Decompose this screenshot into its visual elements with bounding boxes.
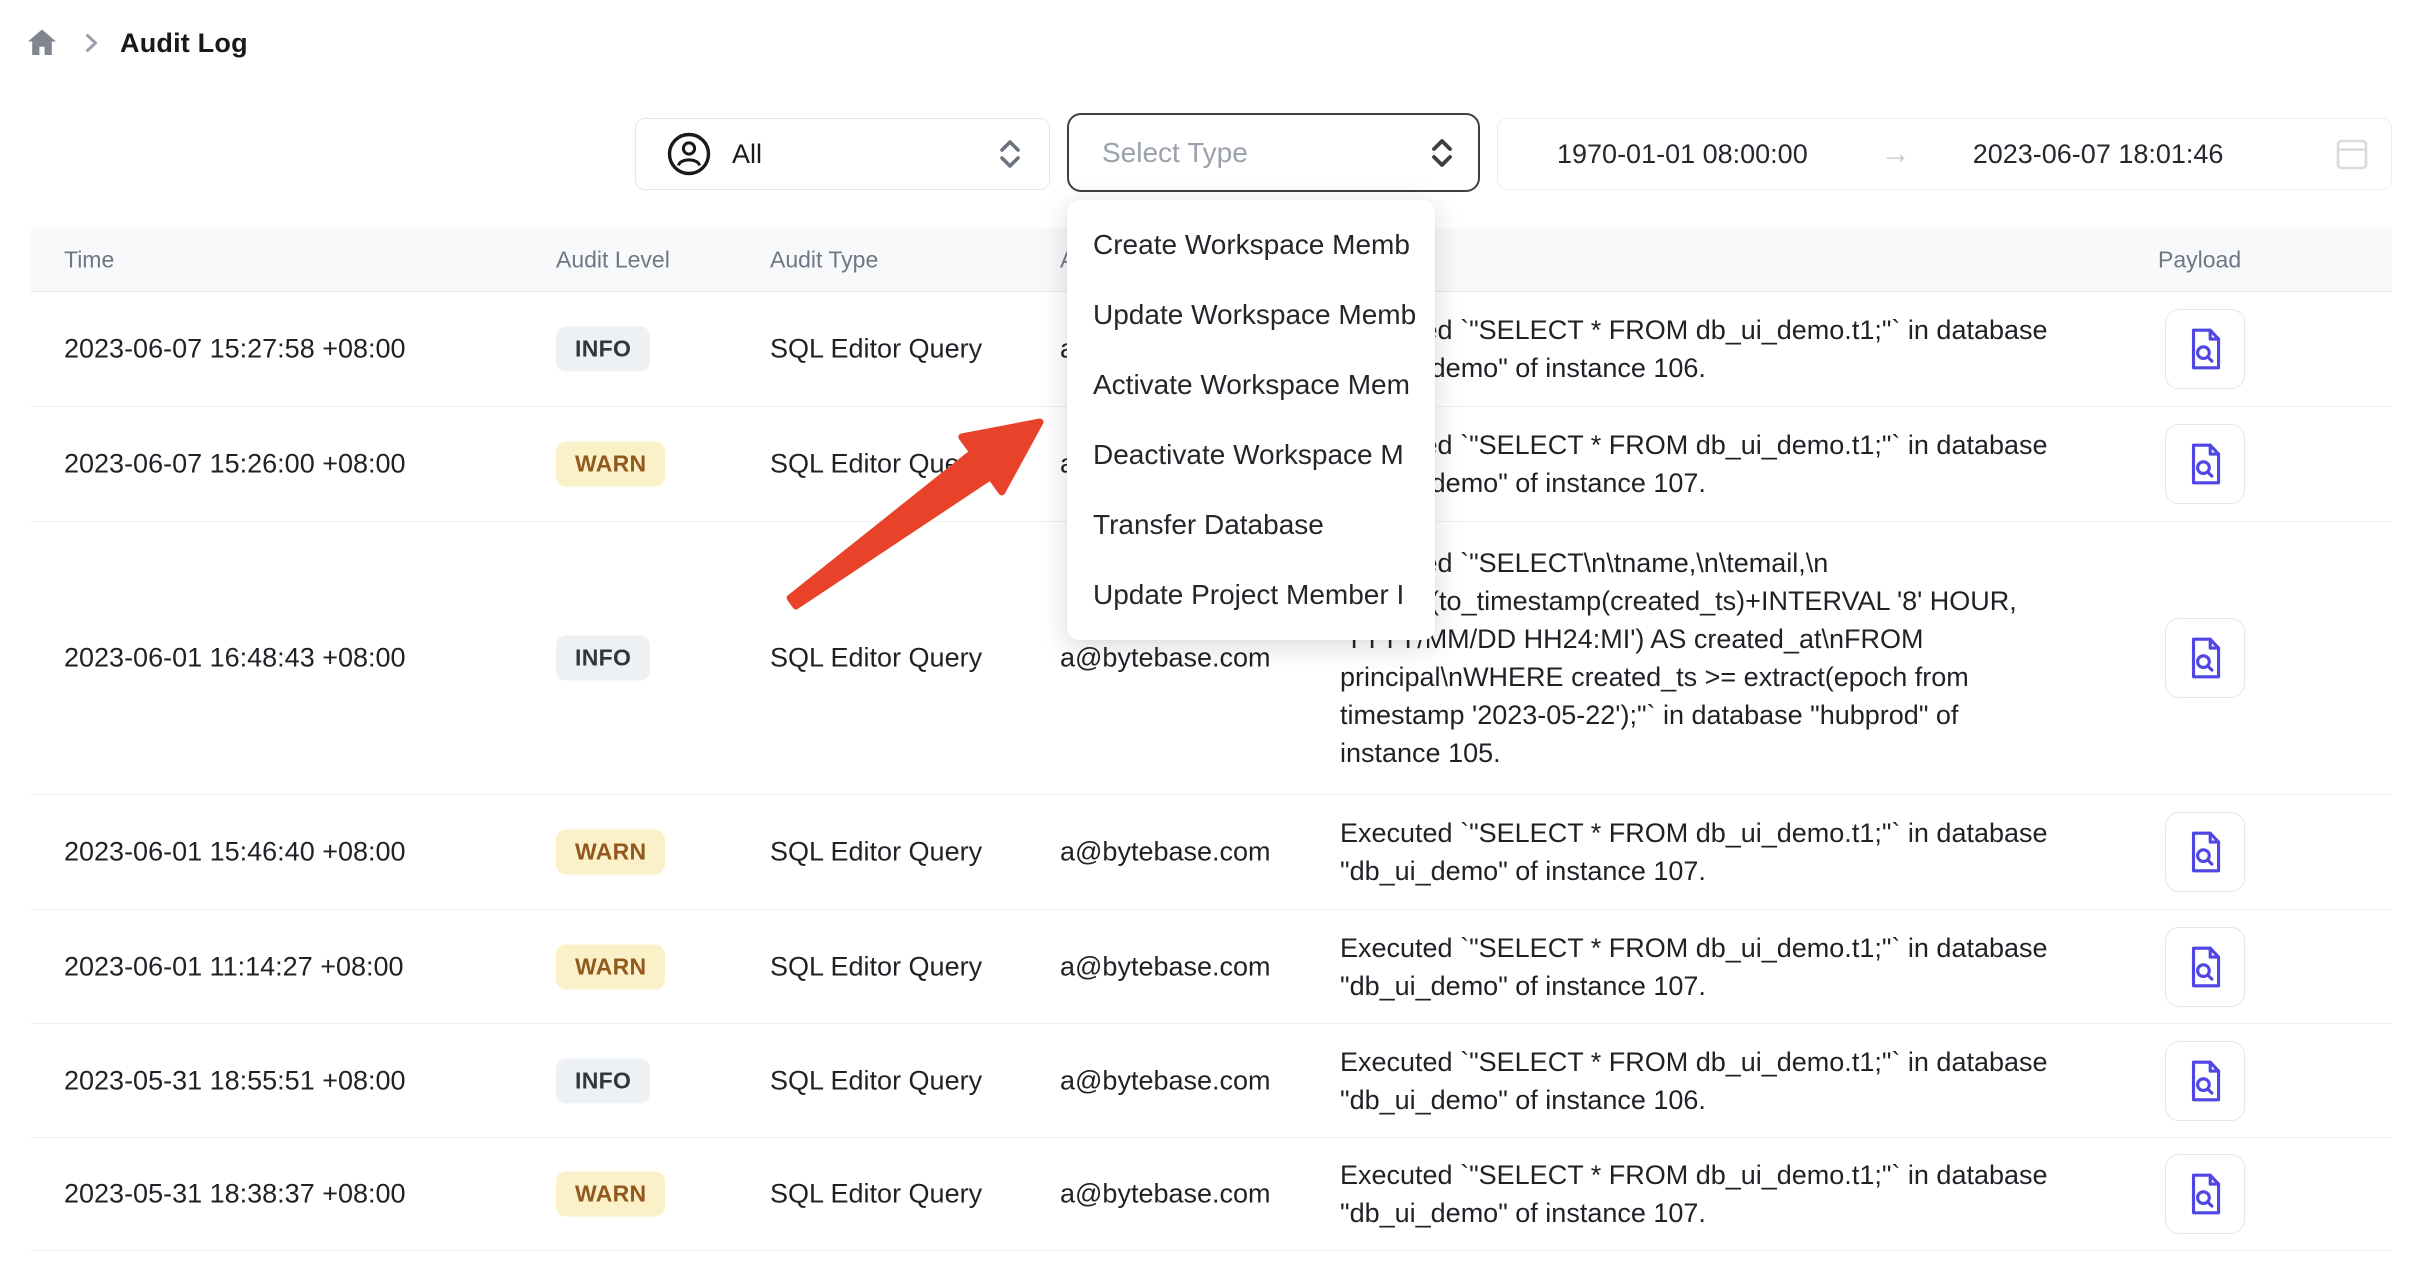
cell-audit-type: SQL Editor Query (770, 1179, 982, 1210)
dropdown-item-activate-workspace-member[interactable]: Activate Workspace Mem (1067, 350, 1435, 420)
status-badge: INFO (556, 636, 650, 681)
cell-actor: a@bytebase.com (1060, 951, 1271, 982)
status-badge: INFO (556, 1058, 650, 1103)
status-badge: WARN (556, 830, 665, 875)
cell-comment: Executed `"SELECT * FROM db_ui_demo.t1;"… (1340, 311, 2152, 387)
status-badge: WARN (556, 944, 665, 989)
comment-line: to_char(to_timestamp(created_ts)+INTERVA… (1340, 582, 2152, 620)
header-audit-type: Audit Type (770, 246, 878, 273)
cell-actor: a@bytebase.com (1060, 1065, 1271, 1096)
actor-filter-value: All (732, 139, 762, 170)
cell-comment: Executed `"SELECT\n\tname,\n\temail,\n t… (1340, 544, 2152, 772)
cell-comment: Executed `"SELECT * FROM db_ui_demo.t1;"… (1340, 1043, 2152, 1119)
cell-audit-type: SQL Editor Query (770, 1065, 982, 1096)
person-circle-icon (666, 131, 712, 177)
table-row: 2023-06-01 15:46:40 +08:00 WARN SQL Edit… (31, 795, 2392, 910)
comment-line: "db_ui_demo" of instance 107. (1340, 967, 2152, 1005)
type-filter-placeholder: Select Type (1102, 137, 1248, 169)
header-payload: Payload (2158, 246, 2241, 273)
dropdown-item-transfer-database[interactable]: Transfer Database (1067, 490, 1435, 560)
type-filter-select[interactable]: Select Type (1067, 113, 1480, 192)
payload-view-button[interactable] (2165, 424, 2245, 504)
cell-time: 2023-06-01 11:14:27 +08:00 (64, 951, 404, 982)
date-range-start[interactable]: 1970-01-01 08:00:00 (1557, 139, 1808, 170)
cell-time: 2023-05-31 18:55:51 +08:00 (64, 1065, 406, 1096)
cell-audit-type: SQL Editor Query (770, 449, 982, 480)
comment-line: principal\nWHERE created_ts >= extract(e… (1340, 658, 2152, 696)
home-icon[interactable] (25, 26, 59, 60)
cell-comment: Executed `"SELECT * FROM db_ui_demo.t1;"… (1340, 1156, 2152, 1232)
table-row: 2023-06-01 11:14:27 +08:00 WARN SQL Edit… (31, 910, 2392, 1024)
dropdown-item-deactivate-workspace-member[interactable]: Deactivate Workspace M (1067, 420, 1435, 490)
audit-log-page: Audit Log All Select Type 1970-01-01 (0, 0, 2410, 1268)
cell-time: 2023-06-01 16:48:43 +08:00 (64, 643, 406, 674)
table-row: 2023-05-31 18:38:37 +08:00 WARN SQL Edit… (31, 1138, 2392, 1251)
status-badge: WARN (556, 1172, 665, 1217)
type-dropdown-menu: Create Workspace Memb Update Workspace M… (1067, 200, 1435, 640)
cell-actor: a@bytebase.com (1060, 1179, 1271, 1210)
header-time: Time (64, 246, 114, 273)
actor-filter-select[interactable]: All (635, 118, 1050, 190)
comment-line: Executed `"SELECT * FROM db_ui_demo.t1;"… (1340, 1043, 2152, 1081)
calendar-icon (2335, 135, 2369, 173)
date-range-picker[interactable]: 1970-01-01 08:00:00 → 2023-06-07 18:01:4… (1497, 118, 2392, 190)
status-badge: INFO (556, 327, 650, 372)
cell-actor: a@bytebase.com (1060, 837, 1271, 868)
status-badge: WARN (556, 442, 665, 487)
breadcrumb: Audit Log (25, 26, 248, 60)
dropdown-item-update-workspace-member[interactable]: Update Workspace Memb (1067, 280, 1435, 350)
comment-line: Executed `"SELECT\n\tname,\n\temail,\n (1340, 544, 2152, 582)
table-row: 2023-05-31 18:55:51 +08:00 INFO SQL Edit… (31, 1024, 2392, 1138)
comment-line: timestamp '2023-05-22');"` in database "… (1340, 696, 2152, 734)
payload-view-button[interactable] (2165, 618, 2245, 698)
payload-view-button[interactable] (2165, 309, 2245, 389)
cell-time: 2023-05-31 18:38:37 +08:00 (64, 1179, 406, 1210)
cell-comment: Executed `"SELECT * FROM db_ui_demo.t1;"… (1340, 814, 2152, 890)
comment-line: "db_ui_demo" of instance 107. (1340, 1194, 2152, 1232)
select-chevrons-icon (1431, 138, 1453, 168)
cell-comment: Executed `"SELECT * FROM db_ui_demo.t1;"… (1340, 426, 2152, 502)
comment-line: Executed `"SELECT * FROM db_ui_demo.t1;"… (1340, 814, 2152, 852)
comment-line: Executed `"SELECT * FROM db_ui_demo.t1;"… (1340, 311, 2152, 349)
cell-audit-type: SQL Editor Query (770, 334, 982, 365)
comment-line: instance 105. (1340, 734, 2152, 772)
cell-time: 2023-06-07 15:26:00 +08:00 (64, 449, 406, 480)
range-arrow-icon: → (1881, 137, 1911, 171)
comment-line: "db_ui_demo" of instance 106. (1340, 1081, 2152, 1119)
date-range-end[interactable]: 2023-06-07 18:01:46 (1973, 139, 2224, 170)
cell-audit-type: SQL Editor Query (770, 837, 982, 868)
comment-line: Executed `"SELECT * FROM db_ui_demo.t1;"… (1340, 1156, 2152, 1194)
comment-line: Executed `"SELECT * FROM db_ui_demo.t1;"… (1340, 426, 2152, 464)
payload-view-button[interactable] (2165, 1154, 2245, 1234)
header-audit-level: Audit Level (556, 246, 670, 273)
comment-line: "db_ui_demo" of instance 107. (1340, 852, 2152, 890)
cell-time: 2023-06-01 15:46:40 +08:00 (64, 837, 406, 868)
page-title: Audit Log (120, 28, 248, 59)
comment-line: "db_ui_demo" of instance 107. (1340, 464, 2152, 502)
comment-line: "db_ui_demo" of instance 106. (1340, 349, 2152, 387)
dropdown-item-update-project-member[interactable]: Update Project Member I (1067, 560, 1435, 630)
cell-audit-type: SQL Editor Query (770, 951, 982, 982)
select-chevrons-icon (999, 139, 1021, 169)
cell-time: 2023-06-07 15:27:58 +08:00 (64, 334, 406, 365)
payload-view-button[interactable] (2165, 927, 2245, 1007)
cell-actor: a@bytebase.com (1060, 643, 1271, 674)
payload-view-button[interactable] (2165, 812, 2245, 892)
payload-view-button[interactable] (2165, 1041, 2245, 1121)
cell-audit-type: SQL Editor Query (770, 643, 982, 674)
chevron-right-icon (85, 33, 98, 53)
cell-comment: Executed `"SELECT * FROM db_ui_demo.t1;"… (1340, 929, 2152, 1005)
dropdown-item-create-workspace-member[interactable]: Create Workspace Memb (1067, 210, 1435, 280)
comment-line: Executed `"SELECT * FROM db_ui_demo.t1;"… (1340, 929, 2152, 967)
comment-line: 'YYYY/MM/DD HH24:MI') AS created_at\nFRO… (1340, 620, 2152, 658)
